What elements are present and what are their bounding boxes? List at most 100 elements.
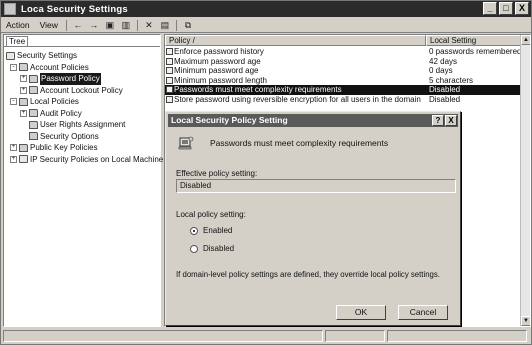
collapse-toggle[interactable]: - xyxy=(10,98,17,106)
tree-item-label: Public Key Policies xyxy=(30,143,98,152)
list-header: Policy / Local Setting xyxy=(165,35,530,46)
status-bar xyxy=(1,328,531,344)
tree-item-label: Password Policy xyxy=(40,73,101,85)
policy-name: Enforce password history xyxy=(174,47,264,56)
ok-button[interactable]: OK xyxy=(336,305,386,320)
dialog-close-button[interactable]: X xyxy=(445,115,457,126)
tree-item-label: Security Settings xyxy=(17,51,78,60)
folder-icon xyxy=(29,86,38,95)
maximize-button[interactable]: □ xyxy=(499,2,513,15)
expand-toggle[interactable]: + xyxy=(20,109,27,117)
folder-icon xyxy=(19,97,28,106)
tree-view: Security Settings - Account Policies + P… xyxy=(6,50,163,165)
tree-item-security-settings[interactable]: Security Settings xyxy=(6,50,163,62)
tree-item-ip-security-policies[interactable]: + IP Security Policies on Local Machine xyxy=(6,154,163,166)
tree-item-audit-policy[interactable]: + Audit Policy xyxy=(6,108,163,120)
main-window: Loca Security Settings _ □ X Action View… xyxy=(0,0,532,345)
back-arrow-icon[interactable]: ← xyxy=(72,19,84,31)
tree-item-label: Account Lockout Policy xyxy=(40,85,123,95)
menu-action[interactable]: Action xyxy=(1,20,35,30)
up-icon[interactable]: ▣ xyxy=(104,19,116,31)
expand-toggle[interactable]: + xyxy=(20,86,27,94)
tree-item-label: Account Policies xyxy=(30,62,89,72)
tree-item-label: User Rights Assignment xyxy=(40,120,126,129)
menu-view[interactable]: View xyxy=(35,20,63,30)
policy-icon xyxy=(166,48,173,56)
tree-item-label: Security Options xyxy=(40,131,99,141)
collapse-toggle[interactable]: - xyxy=(10,63,17,71)
policy-computer-icon xyxy=(178,136,194,150)
delete-icon[interactable]: ✕ xyxy=(143,19,155,31)
tab-divider xyxy=(4,46,160,47)
policy-list: Enforce password history 0 passwords rem… xyxy=(165,47,530,104)
tree-item-account-lockout-policy[interactable]: + Account Lockout Policy xyxy=(6,85,163,97)
window-title: Loca Security Settings xyxy=(21,3,128,15)
policy-icon xyxy=(166,95,173,103)
dialog-title-buttons: ? X xyxy=(432,115,457,126)
policy-name: Store password using reversible encrypti… xyxy=(174,94,421,104)
policy-row[interactable]: Minimum password age 0 days xyxy=(165,66,530,76)
title-bar[interactable]: Loca Security Settings _ □ X xyxy=(1,1,531,17)
tree-tab[interactable]: Tree xyxy=(6,36,28,46)
effective-setting-label: Effective policy setting: xyxy=(176,169,258,178)
help-button[interactable]: ? xyxy=(432,115,444,126)
policy-row[interactable]: Minimum password length 5 characters xyxy=(165,76,530,86)
status-cell xyxy=(325,330,385,342)
toolbar-separator xyxy=(175,19,177,31)
effective-setting-field: Disabled xyxy=(176,179,456,193)
dialog-title-bar[interactable]: Local Security Policy Setting ? X xyxy=(168,114,458,127)
expand-toggle[interactable]: + xyxy=(10,144,17,152)
column-header-policy[interactable]: Policy / xyxy=(165,35,426,46)
folder-icon xyxy=(19,143,28,152)
local-setting-label: Local policy setting: xyxy=(176,210,246,219)
scroll-up-icon[interactable]: ▲ xyxy=(521,35,530,45)
policy-row[interactable]: Maximum password age 42 days xyxy=(165,57,530,67)
disabled-radio-option[interactable]: Disabled xyxy=(190,244,234,253)
properties-icon[interactable]: ▤ xyxy=(159,19,171,31)
policy-setting: 0 passwords remembered xyxy=(429,47,522,56)
close-button[interactable]: X xyxy=(515,2,529,15)
menu-toolbar: Action View ← → ▣ ▥ ✕ ▤ ⧉ xyxy=(1,18,531,33)
tree-item-public-key-policies[interactable]: + Public Key Policies xyxy=(6,142,163,154)
policy-row-selected[interactable]: Passwords must meet complexity requireme… xyxy=(165,85,530,95)
policy-setting: 5 characters xyxy=(429,75,474,85)
enabled-radio-option[interactable]: Enabled xyxy=(190,226,232,235)
cancel-button[interactable]: Cancel xyxy=(398,305,448,320)
policy-icon xyxy=(166,76,173,84)
toolbar-separator xyxy=(65,19,67,31)
tree-item-security-options[interactable]: Security Options xyxy=(6,131,163,143)
minimize-button[interactable]: _ xyxy=(483,2,497,15)
policy-name: Maximum password age xyxy=(174,56,261,66)
tree-item-account-policies[interactable]: - Account Policies xyxy=(6,62,163,74)
policy-name: Minimum password length xyxy=(174,75,267,85)
tree-item-user-rights-assignment[interactable]: User Rights Assignment xyxy=(6,119,163,131)
tree-item-password-policy[interactable]: + Password Policy xyxy=(6,73,163,85)
column-header-local-setting[interactable]: Local Setting xyxy=(426,35,530,46)
scroll-down-icon[interactable]: ▼ xyxy=(521,316,530,326)
policy-icon xyxy=(166,86,173,94)
vertical-scrollbar[interactable]: ▲ ▼ xyxy=(520,35,530,326)
enabled-label: Enabled xyxy=(203,226,233,235)
tree-item-local-policies[interactable]: - Local Policies xyxy=(6,96,163,108)
policy-setting: 42 days xyxy=(429,56,458,66)
tree-item-label: Local Policies xyxy=(30,97,79,106)
enabled-radio[interactable] xyxy=(190,226,198,235)
folder-icon xyxy=(29,132,38,141)
policy-name: Passwords must meet complexity requireme… xyxy=(174,85,342,94)
expand-toggle[interactable]: + xyxy=(10,155,17,163)
policy-row[interactable]: Enforce password history 0 passwords rem… xyxy=(165,47,530,57)
disabled-label: Disabled xyxy=(203,244,235,253)
policy-setting: Disabled xyxy=(426,85,530,95)
tree-pane: Tree Security Settings - Account Policie… xyxy=(3,34,163,327)
policy-name: Minimum password age xyxy=(174,66,259,75)
folder-icon xyxy=(19,63,28,72)
show-tree-icon[interactable]: ▥ xyxy=(120,19,132,31)
tree-item-label: IP Security Policies on Local Machine xyxy=(30,154,164,164)
forward-arrow-icon[interactable]: → xyxy=(88,19,100,31)
disabled-radio[interactable] xyxy=(190,244,198,253)
window-controls: _ □ X xyxy=(483,2,529,15)
expand-toggle[interactable]: + xyxy=(20,75,27,83)
folder-icon xyxy=(29,120,38,129)
policy-row[interactable]: Store password using reversible encrypti… xyxy=(165,95,530,105)
export-icon[interactable]: ⧉ xyxy=(182,19,194,31)
